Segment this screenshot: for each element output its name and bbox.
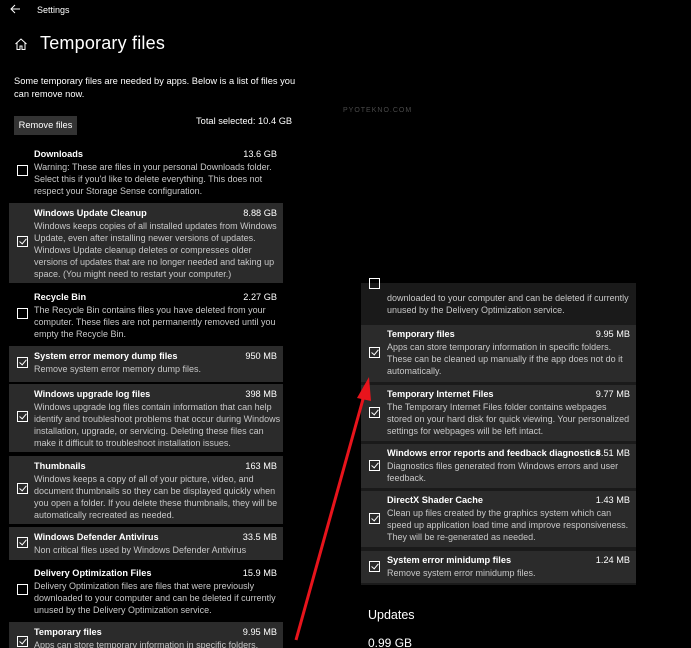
item-name: Windows error reports and feedback diagn…	[387, 448, 601, 458]
item-description: downloaded to your computer and can be d…	[387, 293, 629, 315]
page-title: Temporary files	[40, 33, 166, 53]
list-item[interactable]: Delivery Optimization Files 15.9 MB Delive…	[9, 563, 283, 619]
checkbox[interactable]	[17, 308, 28, 319]
zoomed-list-item[interactable]: DirectX Shader Cache 1.43 MB Clean up file…	[361, 491, 636, 547]
checkbox[interactable]	[369, 278, 380, 289]
checkbox[interactable]	[17, 411, 28, 422]
list-item[interactable]: Recycle Bin 2.27 GB The Recycle Bin contai…	[9, 287, 283, 343]
item-size: 398 MB	[245, 389, 277, 399]
item-size: 1.43 MB	[595, 495, 630, 505]
item-name: Temporary Internet Files	[387, 389, 494, 399]
title-bar: Settings	[0, 0, 691, 22]
list-item[interactable]: Windows upgrade log files 398 MB Windows u…	[9, 384, 283, 452]
item-size: 2.27 GB	[243, 292, 277, 302]
item-description: Apps can store temporary information in …	[387, 342, 623, 376]
checkbox[interactable]	[17, 636, 28, 647]
list-item[interactable]: Downloads 13.6 GB Warning: These are files…	[9, 144, 283, 200]
item-description: Delivery Optimization files are files th…	[34, 581, 276, 615]
item-name: Temporary files	[34, 627, 102, 637]
intro-text: Some temporary files are needed by apps.…	[14, 76, 296, 99]
item-description: Windows keeps copies of all installed up…	[34, 221, 277, 279]
item-size: 8.88 GB	[243, 208, 277, 218]
list-item[interactable]: Windows Update Cleanup 8.88 GB Windows kee…	[9, 203, 283, 283]
item-name: Windows Update Cleanup	[34, 208, 147, 218]
item-size: 13.6 GB	[243, 149, 277, 159]
list-item[interactable]: Thumbnails 163 MB Windows keeps a copy of …	[9, 456, 283, 524]
arrow-shaft	[294, 391, 367, 641]
item-size: 8.51 MB	[595, 448, 630, 458]
checkbox[interactable]	[369, 347, 380, 358]
back-arrow-icon[interactable]	[9, 3, 23, 17]
home-icon[interactable]	[14, 37, 28, 51]
checkbox[interactable]	[17, 537, 28, 548]
list-item[interactable]: Windows Defender Antivirus 33.5 MB Non cri…	[9, 527, 283, 560]
item-description: Warning: These are files in your persona…	[34, 162, 272, 196]
zoomed-list-item[interactable]: Windows error reports and feedback diagn…	[361, 444, 636, 488]
item-description: The Temporary Internet Files folder cont…	[387, 402, 630, 436]
item-size: 9.95 MB	[242, 627, 277, 637]
item-description: Non critical files used by Windows Defen…	[34, 545, 247, 555]
list-item-partial: downloaded to your computer and can be d…	[361, 278, 636, 323]
item-size: 950 MB	[245, 351, 277, 361]
item-description: Apps can store temporary information in …	[34, 640, 259, 648]
item-description: Remove system error memory dump files.	[34, 364, 202, 374]
app-title: Settings	[37, 5, 70, 15]
item-description: Windows keeps a copy of all of your pict…	[34, 474, 278, 520]
item-size: 163 MB	[245, 461, 277, 471]
item-description: Remove system error minidump files.	[387, 568, 536, 578]
updates-heading: Updates	[368, 608, 415, 622]
item-description: Windows upgrade log files contain inform…	[34, 402, 281, 448]
item-size: 1.24 MB	[595, 555, 630, 565]
checkbox[interactable]	[369, 561, 380, 572]
checkbox[interactable]	[17, 236, 28, 247]
zoomed-list-item[interactable]: System error minidump files 1.24 MB Remove…	[361, 551, 636, 583]
checkbox[interactable]	[17, 165, 28, 176]
zoomed-list-panel: downloaded to your computer and can be d…	[361, 278, 636, 585]
item-name: Delivery Optimization Files	[34, 568, 152, 578]
item-name: Downloads	[34, 149, 84, 159]
item-name: Windows upgrade log files	[34, 389, 151, 399]
checkbox[interactable]	[17, 357, 28, 368]
zoomed-list-item[interactable]: Temporary files 9.95 MB Apps can store tem…	[361, 325, 636, 382]
checkbox[interactable]	[17, 483, 28, 494]
checkbox[interactable]	[17, 584, 28, 595]
item-size: 33.5 MB	[242, 532, 277, 542]
item-name: Temporary files	[387, 329, 455, 339]
checkbox[interactable]	[369, 407, 380, 418]
item-name: Windows Defender Antivirus	[34, 532, 159, 542]
checkbox[interactable]	[369, 460, 380, 471]
list-item[interactable]: System error memory dump files 950 MB Remo…	[9, 346, 283, 382]
updates-size: 0.99 GB	[368, 636, 413, 648]
watermark: PYOTEKNO.COM	[343, 107, 413, 114]
item-size: 15.9 MB	[242, 568, 277, 578]
item-name: Thumbnails	[34, 461, 86, 471]
item-size: 9.77 MB	[595, 389, 630, 399]
zoomed-list-item[interactable]: Temporary Internet Files 9.77 MB The Tempo…	[361, 385, 636, 441]
total-selected: Total selected: 10.4 GB	[196, 116, 293, 126]
item-name: System error memory dump files	[34, 351, 178, 361]
item-size: 9.95 MB	[595, 329, 630, 339]
item-name: DirectX Shader Cache	[387, 495, 483, 505]
checkbox[interactable]	[369, 513, 380, 524]
list-item[interactable]: Temporary files 9.95 MB Apps can store tem…	[9, 622, 283, 648]
item-name: Recycle Bin	[34, 292, 87, 302]
item-description: The Recycle Bin contains files you have …	[34, 305, 276, 339]
item-description: Diagnostics files generated from Windows…	[387, 461, 619, 483]
item-description: Clean up files created by the graphics s…	[387, 508, 629, 542]
item-name: System error minidump files	[387, 555, 512, 565]
remove-files-button[interactable]: Remove files	[14, 116, 77, 135]
